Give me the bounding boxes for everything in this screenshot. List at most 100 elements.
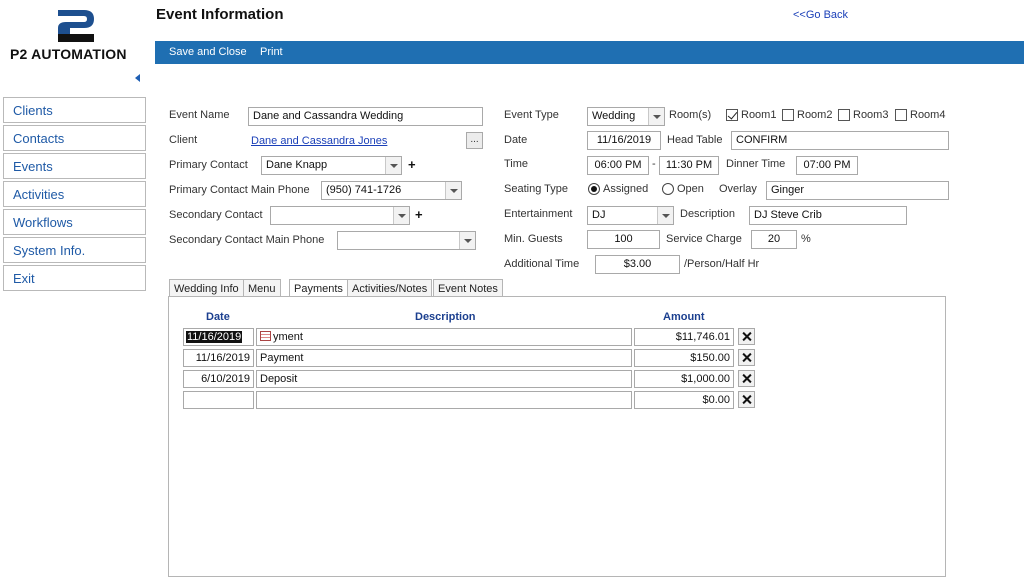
client-link[interactable]: Dane and Cassandra Jones (251, 135, 387, 147)
chevron-down-icon[interactable] (385, 157, 401, 174)
add-primary-contact-button[interactable]: + (408, 157, 416, 172)
p2-automation-logo: P2 AUTOMATION (6, 4, 142, 66)
event-type-select[interactable]: Wedding (587, 107, 665, 126)
seating-assigned-radio[interactable] (588, 183, 600, 195)
primary-contact-label: Primary Contact (169, 159, 248, 171)
dinner-time-input[interactable]: 07:00 PM (796, 156, 858, 175)
service-charge-unit: % (801, 233, 811, 245)
delete-row-icon[interactable] (738, 391, 755, 408)
primary-phone-select[interactable]: (950) 741-1726 (321, 181, 462, 200)
time-separator: - (652, 158, 656, 170)
primary-phone-label: Primary Contact Main Phone (169, 184, 310, 196)
payment-description-cell[interactable]: yment (256, 328, 632, 346)
sidebar-item-system-info[interactable]: System Info. (3, 237, 146, 263)
payment-date-cell[interactable]: 11/16/2019 (183, 328, 254, 346)
delete-row-icon[interactable] (738, 370, 755, 387)
sidebar-item-contacts[interactable]: Contacts (3, 125, 146, 151)
seating-assigned-label: Assigned (603, 183, 649, 195)
additional-time-label: Additional Time (504, 258, 580, 270)
tab-event-notes[interactable]: Event Notes (433, 279, 503, 297)
primary-contact-value: Dane Knapp (266, 159, 328, 171)
payment-date-cell[interactable]: 11/16/2019 (183, 349, 254, 367)
date-input[interactable]: 11/16/2019 (587, 131, 661, 150)
entertainment-select[interactable]: DJ (587, 206, 674, 225)
chevron-down-icon[interactable] (445, 182, 461, 199)
payment-description-value: yment (273, 331, 303, 343)
primary-contact-select[interactable]: Dane Knapp (261, 156, 402, 175)
entertainment-value: DJ (592, 209, 606, 221)
client-browse-button[interactable]: ... (466, 132, 483, 149)
dinner-time-label: Dinner Time (726, 158, 786, 170)
room3-checkbox[interactable] (838, 109, 850, 121)
payment-amount-cell[interactable]: $150.00 (634, 349, 734, 367)
page-title: Event Information (156, 6, 284, 23)
time-label: Time (504, 158, 529, 170)
primary-phone-value: (950) 741-1726 (326, 184, 402, 196)
chevron-down-icon[interactable] (459, 232, 475, 249)
room4-checkbox[interactable] (895, 109, 907, 121)
description-input[interactable]: DJ Steve Crib (749, 206, 907, 225)
secondary-contact-select[interactable] (270, 206, 410, 225)
collapse-sidebar-icon[interactable] (135, 74, 140, 82)
service-charge-label: Service Charge (666, 233, 742, 245)
head-table-label: Head Table (667, 134, 723, 146)
secondary-phone-select[interactable] (337, 231, 476, 250)
service-charge-input[interactable]: 20 (751, 230, 797, 249)
payment-description-cell[interactable]: Payment (256, 349, 632, 367)
sidebar-item-events[interactable]: Events (3, 153, 146, 179)
tab-menu[interactable]: Menu (243, 279, 281, 297)
amount-column-header: Amount (663, 311, 705, 323)
secondary-contact-label: Secondary Contact (169, 209, 263, 221)
end-time-input[interactable]: 11:30 PM (659, 156, 719, 175)
seating-open-radio[interactable] (662, 183, 674, 195)
toolbar: Save and Close Print (155, 41, 1024, 64)
go-back-link[interactable]: <<Go Back (793, 9, 848, 21)
event-name-input[interactable]: Dane and Cassandra Wedding (248, 107, 483, 126)
payment-description-cell[interactable] (256, 391, 632, 409)
tab-wedding-info[interactable]: Wedding Info (169, 279, 244, 297)
overlay-label: Overlay (719, 183, 757, 195)
payment-amount-cell[interactable]: $0.00 (634, 391, 734, 409)
print-button[interactable]: Print (260, 46, 283, 58)
room2-label: Room2 (797, 109, 833, 121)
room2-checkbox[interactable] (782, 109, 794, 121)
sidebar-item-workflows[interactable]: Workflows (3, 209, 146, 235)
logo-wordmark: P2 AUTOMATION (10, 46, 127, 62)
entertainment-label: Entertainment (504, 208, 573, 220)
rooms-label: Room(s) (669, 109, 712, 121)
event-name-label: Event Name (169, 109, 230, 121)
payment-date-cell[interactable] (183, 391, 254, 409)
p2-logo-icon (58, 10, 94, 42)
delete-row-icon[interactable] (738, 349, 755, 366)
additional-time-unit: /Person/Half Hr (684, 258, 760, 270)
payment-description-cell[interactable]: Deposit (256, 370, 632, 388)
head-table-input[interactable]: CONFIRM (731, 131, 949, 150)
date-label: Date (504, 134, 528, 146)
room1-checkbox[interactable] (726, 109, 738, 121)
additional-time-input[interactable]: $3.00 (595, 255, 680, 274)
chevron-down-icon[interactable] (393, 207, 409, 224)
chevron-down-icon[interactable] (657, 207, 673, 224)
payment-amount-cell[interactable]: $1,000.00 (634, 370, 734, 388)
room3-label: Room3 (853, 109, 889, 121)
sidebar-item-activities[interactable]: Activities (3, 181, 146, 207)
payment-date-cell[interactable]: 6/10/2019 (183, 370, 254, 388)
event-type-value: Wedding (592, 110, 636, 122)
overlay-input[interactable]: Ginger (766, 181, 949, 200)
save-and-close-button[interactable]: Save and Close (169, 46, 247, 58)
chevron-down-icon[interactable] (648, 108, 664, 125)
payment-amount-cell[interactable]: $11,746.01 (634, 328, 734, 346)
tab-activities-notes[interactable]: Activities/Notes (347, 279, 433, 297)
calendar-icon[interactable] (260, 331, 271, 341)
min-guests-input[interactable]: 100 (587, 230, 660, 249)
description-label: Description (680, 208, 736, 220)
client-label: Client (169, 134, 198, 146)
start-time-input[interactable]: 06:00 PM (587, 156, 649, 175)
secondary-phone-label: Secondary Contact Main Phone (169, 234, 325, 246)
add-secondary-contact-button[interactable]: + (415, 207, 423, 222)
delete-row-icon[interactable] (738, 328, 755, 345)
sidebar-item-exit[interactable]: Exit (3, 265, 146, 291)
seating-type-label: Seating Type (504, 183, 569, 195)
description-column-header: Description (415, 311, 476, 323)
sidebar-item-clients[interactable]: Clients (3, 97, 146, 123)
